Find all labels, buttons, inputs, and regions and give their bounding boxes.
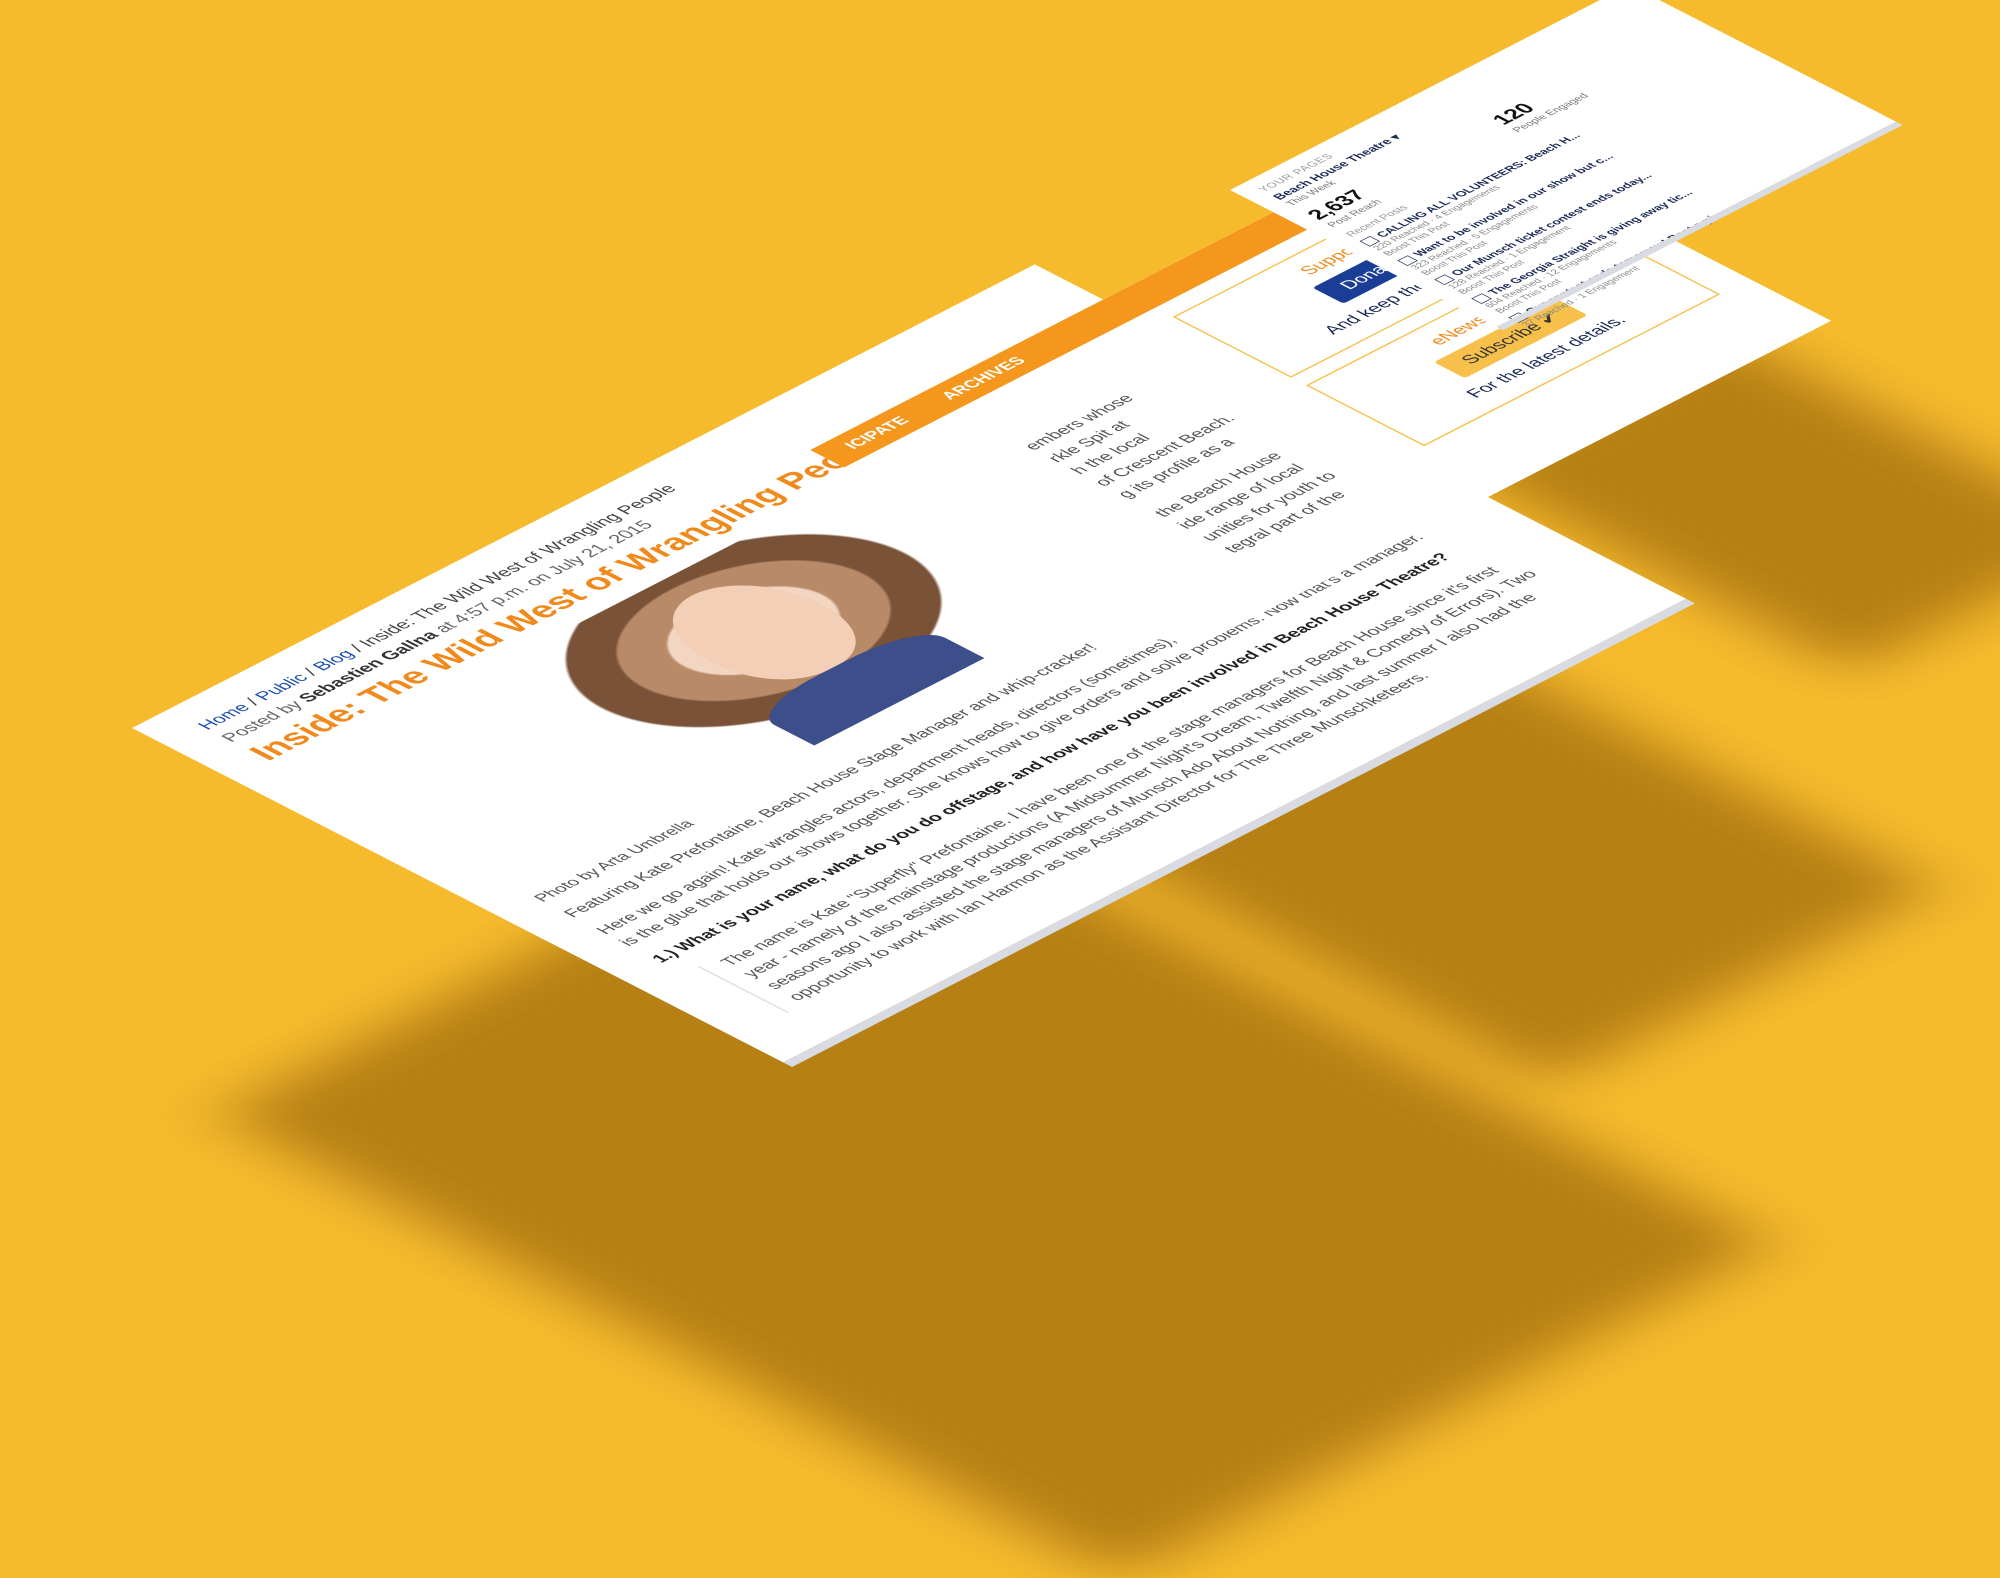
body-text-fragment: embers whose rkle Spit at h the local of… [1020,392,1351,556]
mockup-scene: Home / Public / Blog / Inside: The Wild … [0,0,2000,1578]
